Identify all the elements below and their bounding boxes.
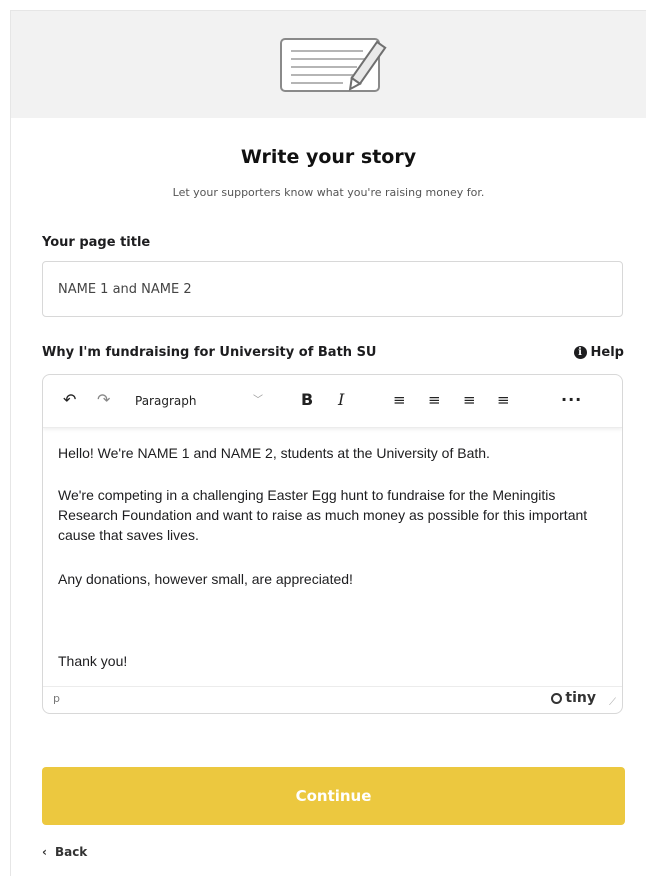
block-format-select[interactable]: Paragraph ﹀ xyxy=(129,388,269,414)
element-path[interactable]: p xyxy=(53,692,60,705)
page-title: Write your story xyxy=(240,146,417,168)
info-icon: i xyxy=(573,346,587,359)
continue-button[interactable]: Continue xyxy=(42,767,625,825)
rich-text-editor[interactable]: ↶ ↷ Paragraph ﹀ B I ≡ ≡ ≡ ≡ ··· Hello! W… xyxy=(42,374,623,714)
editor-paragraph: We're competing in a challenging Easter … xyxy=(58,487,588,543)
resize-handle-icon[interactable]: ⟋ xyxy=(609,697,616,708)
editor-paragraph: Any donations, however small, are apprec… xyxy=(58,571,353,587)
page-subtitle: Let your supporters know what you're rai… xyxy=(172,186,485,199)
help-label: Help xyxy=(590,345,624,360)
italic-button[interactable]: I xyxy=(338,389,344,411)
tiny-brand-label: tiny xyxy=(565,690,596,706)
redo-icon[interactable]: ↷ xyxy=(97,389,110,411)
align-right-icon[interactable]: ≡ xyxy=(463,389,476,411)
align-justify-icon[interactable]: ≡ xyxy=(497,389,510,411)
back-label: Back xyxy=(54,845,88,859)
story-label: Why I'm fundraising for University of Ba… xyxy=(42,345,377,360)
hero-banner xyxy=(11,11,646,118)
chevron-down-icon: ﹀ xyxy=(253,395,263,406)
align-center-icon[interactable]: ≡ xyxy=(428,389,441,411)
page-title-label: Your page title xyxy=(42,235,151,250)
editor-paragraph: Thank you! xyxy=(58,653,128,669)
more-options-icon[interactable]: ··· xyxy=(561,389,582,411)
tiny-brand[interactable]: tiny xyxy=(551,690,596,706)
notepad-pencil-icon xyxy=(280,38,387,92)
align-left-icon[interactable]: ≡ xyxy=(393,389,406,411)
help-link[interactable]: i Help xyxy=(573,345,624,360)
tiny-logo-icon xyxy=(551,692,563,704)
undo-icon[interactable]: ↶ xyxy=(63,389,76,411)
page-title-input[interactable] xyxy=(42,261,623,317)
editor-toolbar: ↶ ↷ Paragraph ﹀ B I ≡ ≡ ≡ ≡ ··· xyxy=(43,375,622,428)
chevron-left-icon: ‹ xyxy=(42,845,47,859)
editor-statusbar: p tiny ⟋ xyxy=(43,686,622,713)
bold-button[interactable]: B xyxy=(301,389,313,411)
block-format-value: Paragraph xyxy=(135,394,197,408)
back-link[interactable]: ‹ Back xyxy=(42,845,87,859)
editor-paragraph: Hello! We're NAME 1 and NAME 2, students… xyxy=(58,445,490,461)
